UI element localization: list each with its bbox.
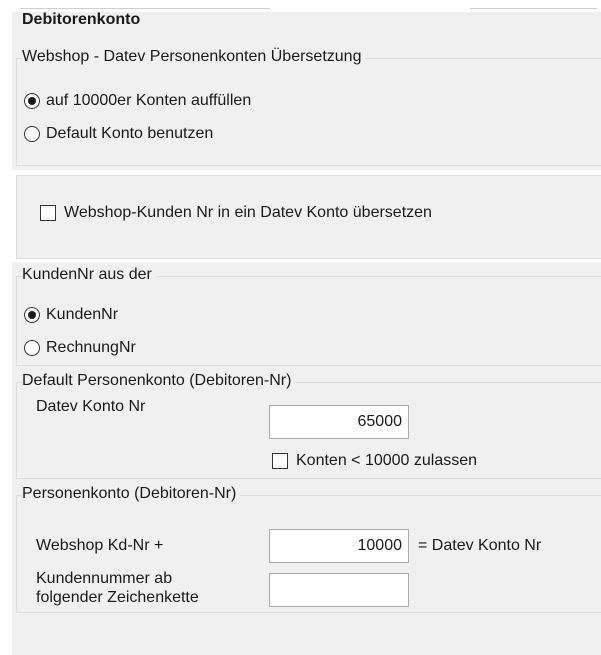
radio-auffuellen[interactable] — [24, 93, 40, 109]
datev-konto-suffix: = Datev Konto Nr — [418, 537, 542, 554]
debitorenkonto-title: Debitorenkonto — [22, 11, 141, 28]
kundennummer-label-line1: Kundennummer ab — [36, 570, 173, 587]
top-divider-right — [470, 8, 597, 9]
default-personenkonto-title: Default Personenkonto (Debitoren-Nr) — [22, 371, 296, 391]
radio-default-konto[interactable] — [24, 126, 40, 142]
radio-default-konto-label[interactable]: Default Konto benutzen — [46, 124, 213, 144]
allow-small-konten-label[interactable]: Konten < 10000 zulassen — [296, 451, 477, 471]
datev-konto-nr-label: Datev Konto Nr — [36, 398, 146, 415]
radio-auffuellen-label[interactable]: auf 10000er Konten auffüllen — [46, 91, 251, 111]
radio-kundennr-label[interactable]: KundenNr — [46, 305, 118, 325]
radio-rechnungnr-label[interactable]: RechnungNr — [46, 338, 136, 358]
translate-checkbox[interactable] — [40, 205, 56, 221]
kundennummer-label-line2: folgender Zeichenkette — [36, 589, 199, 606]
translation-group-box — [16, 58, 601, 166]
kundennr-source-title: KundenNr aus der — [22, 265, 156, 285]
webshop-kdnr-input[interactable] — [269, 529, 409, 563]
personenkonto-title: Personenkonto (Debitoren-Nr) — [22, 484, 241, 504]
translate-checkbox-label[interactable]: Webshop-Kunden Nr in ein Datev Konto übe… — [64, 203, 432, 223]
translation-group-title: Webshop - Datev Personenkonten Übersetzu… — [22, 47, 366, 67]
allow-small-konten-checkbox[interactable] — [272, 453, 288, 469]
radio-rechnungnr[interactable] — [24, 340, 40, 356]
kundennummer-input[interactable] — [269, 573, 409, 607]
top-divider-left — [20, 8, 270, 9]
radio-kundennr[interactable] — [24, 307, 40, 323]
webshop-kdnr-label: Webshop Kd-Nr + — [36, 537, 164, 554]
datev-konto-nr-input[interactable] — [269, 405, 409, 439]
